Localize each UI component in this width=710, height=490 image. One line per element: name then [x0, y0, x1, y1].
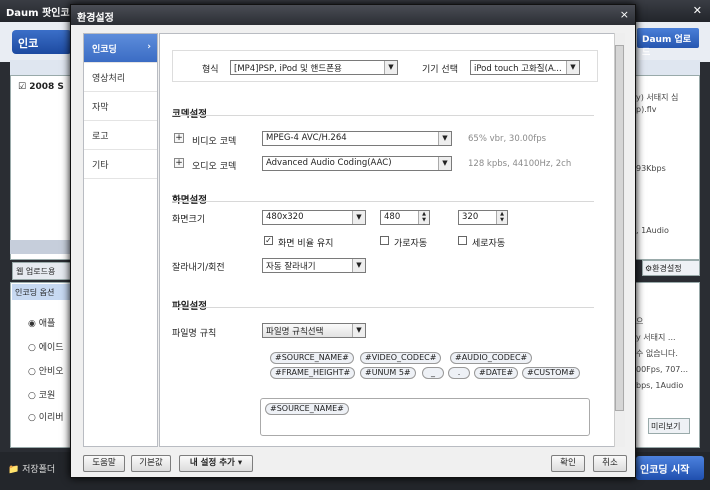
file-info-audio: , 1Audio [636, 226, 669, 235]
preview-button[interactable]: 미리보기 [648, 418, 690, 434]
default-button[interactable]: 기본값 [131, 455, 171, 472]
chevron-down-icon: ▾ [237, 458, 243, 468]
filename-format-field[interactable]: #SOURCE_NAME# [260, 398, 590, 436]
ok-button[interactable]: 확인 [551, 455, 585, 472]
token-frame-height[interactable]: #FRAME_HEIGHT# [270, 367, 356, 379]
screen-size-select[interactable]: 480x320 ▼ [262, 210, 366, 225]
stepper-arrows-icon[interactable]: ▲ ▼ [418, 211, 429, 224]
my-settings-button[interactable]: 내 설정 추가 ▾ [179, 455, 253, 472]
daum-upload-button[interactable]: Daum 업로드 [637, 28, 699, 58]
crop-select[interactable]: 자동 잘라내기 ▼ [262, 258, 366, 273]
token-date[interactable]: #DATE# [474, 367, 519, 379]
dialog-close-icon[interactable]: × [620, 8, 629, 21]
video-codec-select[interactable]: MPEG-4 AVC/H.264 ▼ [262, 131, 452, 146]
file-info-bitrate: 93Kbps [636, 164, 666, 173]
format-label: 형식 [202, 65, 219, 75]
settings-content: 형식 [MP4]PSP, iPod 및 핸드폰용 ▼ 기기 선택 iPod tou… [159, 33, 625, 447]
auto-width-label: 가로자동 [394, 239, 428, 249]
chevron-down-icon: ▼ [352, 211, 365, 224]
file-section-title: 파일설정 [172, 298, 207, 312]
dialog-title: 환경설정 [71, 5, 635, 25]
format-token-source-name[interactable]: #SOURCE_NAME# [265, 403, 349, 415]
settings-nav: 인코딩 › 영상처리 자막 로고 기타 [83, 33, 158, 447]
encoding-options-header: 인코딩 옵션 [12, 284, 78, 300]
file-list-row[interactable]: ☑ 2008 S [18, 82, 64, 92]
radio-anbio[interactable]: ○ 안비오 [28, 364, 64, 377]
radio-cowon[interactable]: ○ 코원 [28, 388, 55, 401]
encoding-settings-button[interactable]: ⚙환경설정 [642, 260, 700, 276]
divider [172, 307, 594, 308]
device-info-text: 으y 서태지 ... 수 없습니다. 00Fps, 707... bps, 1Audi… [636, 317, 689, 390]
nav-subtitles[interactable]: 자막 [84, 92, 157, 121]
token-video-codec[interactable]: #VIDEO_CODEC# [360, 352, 442, 364]
audio-codec-hint: 128 kpbs, 44100Hz, 2ch [468, 159, 572, 169]
radio-apple[interactable]: ◉ 애플 [28, 316, 55, 329]
height-stepper[interactable]: 320 ▲ ▼ [458, 210, 508, 225]
filename-rule-button[interactable]: 파일명 규칙선택 ▼ [262, 323, 366, 338]
chevron-down-icon: ▼ [352, 324, 365, 337]
crop-label: 잘라내기/회전 [172, 263, 225, 273]
token-dot[interactable]: . [448, 367, 470, 379]
app-logo: 인코 [12, 30, 72, 54]
file-info-text: y) 서태지 심 p).flv [636, 93, 679, 114]
cancel-button[interactable]: 취소 [593, 455, 627, 472]
save-folder-label[interactable]: 📁 저장폴더 [8, 462, 55, 475]
chevron-down-icon: ▼ [566, 61, 579, 74]
format-select[interactable]: [MP4]PSP, iPod 및 핸드폰용 ▼ [230, 60, 398, 75]
nav-etc[interactable]: 기타 [84, 150, 157, 179]
keep-ratio-label: 화면 비율 유지 [278, 239, 334, 249]
chevron-down-icon: ▼ [438, 132, 451, 145]
audio-codec-label: 오디오 코덱 [192, 162, 237, 172]
audio-codec-select[interactable]: Advanced Audio Coding(AAC) ▼ [262, 156, 452, 171]
width-stepper[interactable]: 480 ▲ ▼ [380, 210, 430, 225]
nav-encoding[interactable]: 인코딩 › [84, 34, 157, 63]
device-label: 기기 선택 [422, 65, 458, 75]
nav-logo[interactable]: 로고 [84, 121, 157, 150]
chevron-down-icon: ▼ [384, 61, 397, 74]
nav-video-processing[interactable]: 영상처리 [84, 63, 157, 92]
web-upload-tab[interactable]: 웹 업로드용 [12, 262, 72, 280]
stepper-arrows-icon[interactable]: ▲ ▼ [496, 211, 507, 224]
divider [172, 115, 594, 116]
video-codec-hint: 65% vbr, 30.00fps [468, 134, 547, 144]
app-close-icon[interactable]: ✕ [693, 4, 702, 17]
help-button[interactable]: 도움말 [83, 455, 125, 472]
video-codec-label: 비디오 코덱 [192, 137, 237, 147]
scrollbar-thumb[interactable] [615, 45, 624, 411]
list-toolbar[interactable] [10, 240, 72, 254]
token-unum[interactable]: #UNUM 5# [360, 367, 416, 379]
keep-ratio-checkbox[interactable]: ✓ [264, 236, 273, 245]
screen-size-label: 화면크기 [172, 215, 206, 225]
token-audio-codec[interactable]: #AUDIO_CODEC# [450, 352, 533, 364]
screen-section-title: 화면설정 [172, 192, 207, 206]
codec-section-title: 코덱설정 [172, 106, 207, 120]
chevron-down-icon: ▼ [438, 157, 451, 170]
chevron-down-icon: ▼ [352, 259, 365, 272]
chevron-right-icon: › [147, 42, 151, 52]
token-underscore[interactable]: _ [422, 367, 444, 379]
auto-width-checkbox[interactable] [380, 236, 389, 245]
auto-height-label: 세로자동 [472, 239, 506, 249]
audio-codec-expand-icon[interactable]: + [174, 158, 184, 168]
filename-rule-label: 파일명 규칙 [172, 329, 217, 339]
token-source-name[interactable]: #SOURCE_NAME# [270, 352, 354, 364]
auto-height-checkbox[interactable] [458, 236, 467, 245]
radio-aid[interactable]: ○ 에이드 [28, 340, 64, 353]
video-codec-expand-icon[interactable]: + [174, 133, 184, 143]
divider [172, 201, 594, 202]
radio-iriver[interactable]: ○ 이리버 [28, 410, 64, 423]
start-encoding-button[interactable]: 인코딩 시작 [636, 456, 704, 480]
token-custom[interactable]: #CUSTOM# [522, 367, 581, 379]
device-select[interactable]: iPod touch 고화질(A... ▼ [470, 60, 580, 75]
settings-dialog: 환경설정 × 인코딩 › 영상처리 자막 로고 기타 형식 [MP4]PSP, i… [70, 4, 636, 478]
